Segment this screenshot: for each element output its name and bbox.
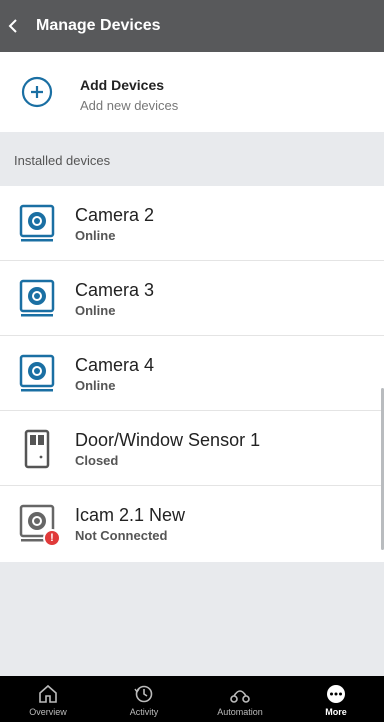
camera-icon [19, 204, 55, 242]
device-name: Icam 2.1 New [75, 505, 186, 525]
device-name: Camera 2 [75, 205, 155, 225]
more-icon [327, 685, 345, 703]
tab-automation[interactable]: Automation [192, 676, 288, 722]
home-icon [39, 684, 57, 703]
add-devices-subtitle: Add new devices [80, 98, 179, 113]
camera-icon [19, 354, 55, 392]
tab-activity[interactable]: Activity [96, 676, 192, 722]
camera-icon [19, 279, 55, 317]
section-header: Installed devices [0, 132, 384, 186]
add-devices-row[interactable]: Add Devices Add new devices [0, 52, 384, 132]
back-button[interactable] [0, 0, 26, 52]
device-row-camera-3[interactable]: Camera 3 Online [0, 261, 384, 336]
chevron-left-icon [8, 19, 17, 33]
bottom-tab-bar: Overview Activity Automation More [0, 676, 384, 722]
device-row-camera-4[interactable]: Camera 4 Online [0, 336, 384, 411]
tab-more[interactable]: More [288, 676, 384, 722]
tab-label: More [325, 707, 347, 717]
alert-badge-icon: ! [43, 529, 61, 547]
page-title: Manage Devices [36, 17, 161, 34]
device-row-icam[interactable]: ! Icam 2.1 New Not Connected [0, 486, 384, 562]
device-status: Online [75, 303, 116, 318]
device-status: Closed [75, 453, 119, 468]
device-name: Door/Window Sensor 1 [75, 430, 261, 450]
plus-circle-icon [21, 76, 53, 108]
device-status: Online [75, 228, 116, 243]
device-name: Camera 4 [75, 355, 155, 375]
tab-label: Automation [217, 707, 263, 717]
device-row-camera-2[interactable]: Camera 2 Online [0, 186, 384, 261]
tab-overview[interactable]: Overview [0, 676, 96, 722]
history-icon [134, 685, 153, 703]
tab-label: Overview [29, 707, 67, 717]
add-devices-title: Add Devices [80, 77, 165, 93]
top-app-bar: Manage Devices [0, 0, 384, 52]
device-row-door-window-sensor[interactable]: Door/Window Sensor 1 Closed [0, 411, 384, 486]
device-status: Online [75, 378, 116, 393]
automation-icon [230, 690, 250, 703]
tab-label: Activity [129, 707, 159, 717]
door-sensor-icon [24, 429, 50, 469]
device-name: Camera 3 [75, 280, 155, 300]
section-label: Installed devices [14, 153, 111, 168]
device-list: Camera 2 Online Camera 3 Online Camera 4… [0, 186, 384, 562]
device-status: Not Connected [75, 528, 168, 543]
